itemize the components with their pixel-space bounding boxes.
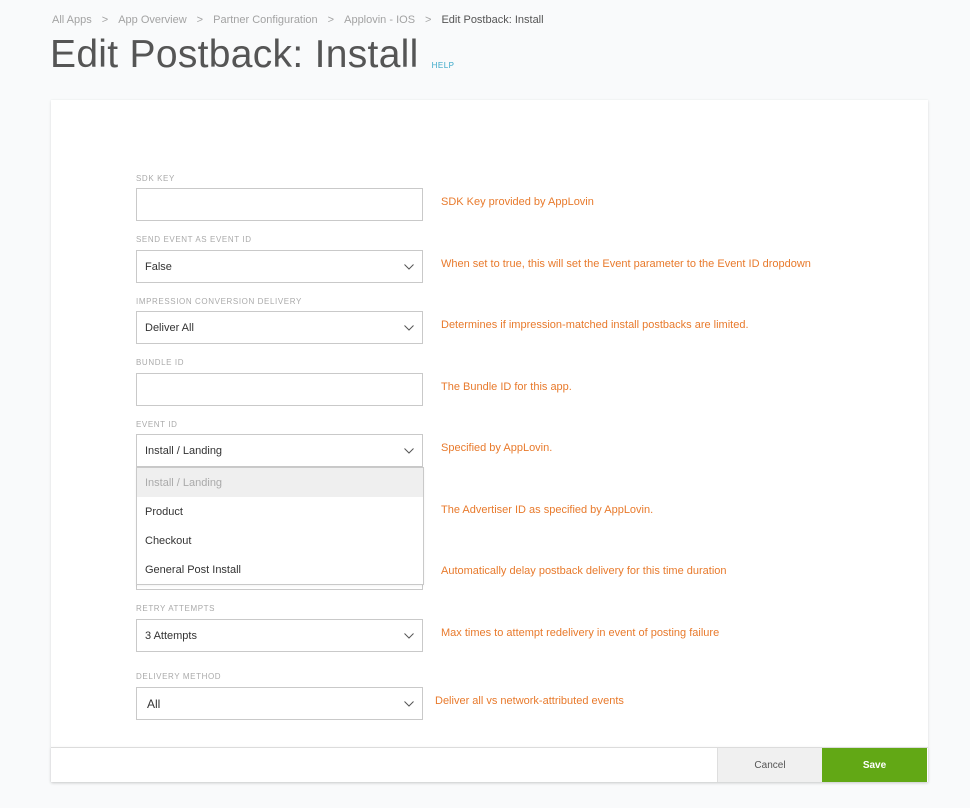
dropdown-option-checkout[interactable]: Checkout (137, 526, 423, 555)
chevron-down-icon (396, 251, 422, 282)
impression-conversion-delivery-value: Deliver All (145, 321, 194, 334)
sdk-key-hint: SDK Key provided by AppLovin (441, 196, 594, 208)
chevron-down-icon (396, 620, 422, 651)
save-button[interactable]: Save (822, 748, 927, 782)
dropdown-option-general-post-install[interactable]: General Post Install (137, 555, 423, 584)
breadcrumb-separator: > (196, 14, 204, 26)
bundle-id-input[interactable] (136, 373, 423, 406)
event-id-value: Install / Landing (145, 444, 223, 457)
retry-attempts-label: RETRY ATTEMPTS (136, 604, 216, 613)
breadcrumb: All Apps > App Overview > Partner Config… (52, 14, 544, 26)
sdk-key-label: SDK KEY (136, 174, 175, 183)
event-id-hint: Specified by AppLovin. (441, 442, 553, 454)
event-id-select[interactable]: Install / Landing (136, 434, 423, 467)
dropdown-option-install-landing[interactable]: Install / Landing (137, 468, 423, 497)
breadcrumb-all-apps[interactable]: All Apps (52, 14, 92, 26)
breadcrumb-separator: > (101, 14, 109, 26)
sdk-key-input[interactable] (136, 188, 423, 221)
send-event-as-event-id-label: SEND EVENT AS EVENT ID (136, 235, 252, 244)
delivery-method-select[interactable]: All (136, 687, 423, 720)
breadcrumb-separator: > (327, 14, 335, 26)
send-event-as-event-id-select[interactable]: False (136, 250, 423, 283)
retry-attempts-value: 3 Attempts (145, 629, 197, 642)
dropdown-option-product[interactable]: Product (137, 497, 423, 526)
breadcrumb-separator: > (425, 14, 432, 26)
bundle-id-label: BUNDLE ID (136, 358, 185, 367)
help-link[interactable]: HELP (432, 61, 455, 70)
retry-attempts-hint: Max times to attempt redelivery in event… (441, 627, 720, 639)
delivery-method-value: All (147, 696, 161, 711)
delay-hint: Automatically delay postback delivery fo… (441, 565, 727, 577)
impression-conversion-delivery-hint: Determines if impression-matched install… (441, 319, 749, 331)
cancel-button[interactable]: Cancel (717, 748, 822, 782)
send-event-as-event-id-value: False (145, 260, 172, 273)
chevron-down-icon (396, 688, 422, 719)
delivery-method-hint: Deliver all vs network-attributed events (435, 695, 624, 707)
breadcrumb-current: Edit Postback: Install (441, 14, 544, 26)
impression-conversion-delivery-label: IMPRESSION CONVERSION DELIVERY (136, 297, 302, 306)
breadcrumb-app-overview[interactable]: App Overview (118, 14, 186, 26)
title-row: Edit Postback: Install HELP (50, 30, 455, 80)
breadcrumb-partner-configuration[interactable]: Partner Configuration (213, 14, 318, 26)
advertiser-id-hint: The Advertiser ID as specified by AppLov… (441, 504, 654, 516)
breadcrumb-applovin-ios[interactable]: Applovin - IOS (344, 14, 415, 26)
impression-conversion-delivery-select[interactable]: Deliver All (136, 311, 423, 344)
form-footer: Cancel Save (51, 747, 928, 782)
event-id-dropdown-menu: Install / Landing Product Checkout Gener… (136, 467, 424, 585)
retry-attempts-select[interactable]: 3 Attempts (136, 619, 423, 652)
send-event-as-event-id-hint: When set to true, this will set the Even… (441, 258, 811, 270)
bundle-id-hint: The Bundle ID for this app. (441, 381, 572, 393)
page-title: Edit Postback: Install (50, 33, 419, 76)
chevron-down-icon (396, 312, 422, 343)
chevron-down-icon (396, 435, 422, 466)
delivery-method-label: DELIVERY METHOD (136, 672, 222, 681)
event-id-label: EVENT ID (136, 420, 178, 429)
